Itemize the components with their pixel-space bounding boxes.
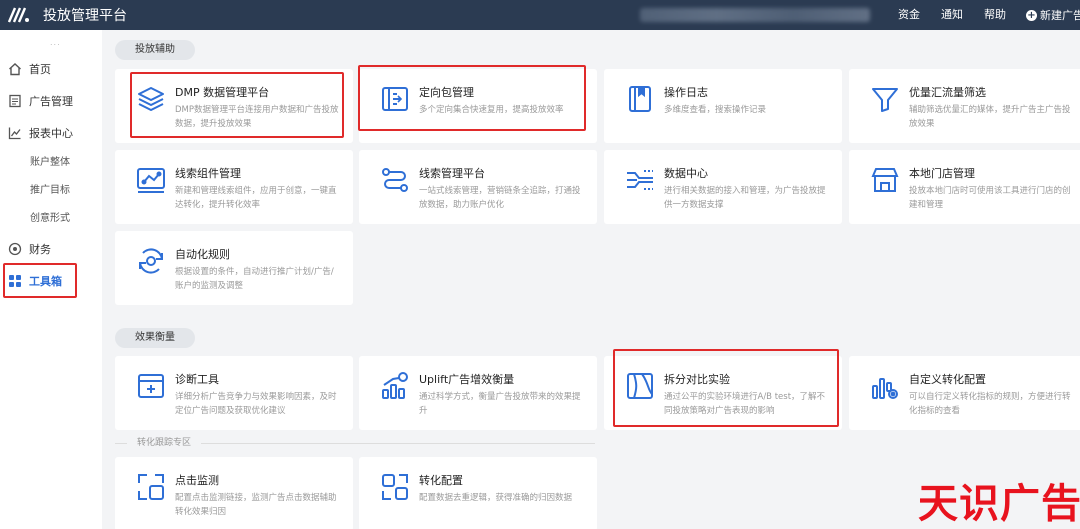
layers-icon — [135, 83, 167, 115]
tool-card-lead-platform[interactable]: 线索管理平台 一站式线索管理，营销链条全追踪，打通投放数据，助力账户优化 — [359, 150, 597, 224]
card-desc: 进行相关数据的接入和管理，为广告投放提供一方数据支撑 — [664, 186, 826, 210]
card-desc: 多维度查看，搜索操作记录 — [664, 105, 767, 115]
card-title: DMP 数据管理平台 — [175, 86, 270, 99]
logo-icon[interactable] — [8, 7, 30, 23]
card-title: 转化配置 — [419, 474, 463, 487]
sidebar-item-label: 广告管理 — [29, 95, 73, 108]
tool-card-dmp[interactable]: DMP 数据管理平台 DMP数据管理平台连接用户数据和广告投放数据，提升投放效果 — [115, 69, 353, 143]
sidebar-subitem-promotion-goal[interactable]: 推广目标 — [30, 182, 70, 200]
tool-card-operation-log[interactable]: 操作日志 多维度查看，搜索操作记录 — [604, 69, 842, 143]
card-title: 线索管理平台 — [419, 167, 485, 180]
automation-icon — [135, 245, 167, 277]
sidebar-item-ad-management[interactable]: 广告管理 — [8, 89, 73, 113]
sidebar-item-finance[interactable]: 财务 — [8, 237, 51, 261]
sidebar-item-home[interactable]: 首页 — [8, 57, 51, 81]
card-desc: 通过科学方式，衡量广告投放带来的效果提升 — [419, 392, 581, 416]
funds-link[interactable]: 资金 — [898, 0, 920, 30]
toolbox-highlight-box — [3, 263, 77, 298]
diagnosis-icon — [135, 370, 167, 402]
document-icon — [8, 94, 22, 108]
split-test-icon — [624, 370, 656, 402]
sidebar-item-reports[interactable]: 报表中心 — [8, 121, 73, 145]
card-title: 数据中心 — [664, 167, 708, 180]
tool-card-diagnosis[interactable]: 诊断工具 详细分析广告竞争力与效果影响因素，及时定位广告问题及获取优化建议 — [115, 356, 353, 430]
tool-card-local-store[interactable]: 本地门店管理 投放本地门店时可使用该工具进行门店的创建和管理 — [849, 150, 1080, 224]
card-desc: 辅助筛选优量汇的媒体，提升广告主广告投放效果 — [909, 105, 1071, 129]
sidebar-subitem-account-overall[interactable]: 账户整体 — [30, 154, 70, 172]
store-icon — [869, 164, 901, 196]
card-title: 自定义转化配置 — [909, 373, 986, 386]
card-desc: 可以自行定义转化指标的规则，方便进行转化指标的查看 — [909, 392, 1071, 416]
home-icon — [8, 62, 22, 76]
tool-card-lead-component[interactable]: 线索组件管理 新建和管理线索组件，应用于创意，一键直达转化，提升转化效率 — [115, 150, 353, 224]
tool-card-click-monitor[interactable]: 点击监测 配置点击监测链接，监测广告点击数据辅助转化效果归因 — [115, 457, 353, 529]
card-title: 线索组件管理 — [175, 167, 241, 180]
log-book-icon — [624, 83, 656, 115]
card-desc: 投放本地门店时可使用该工具进行门店的创建和管理 — [909, 186, 1071, 210]
sidebar-item-label: 报表中心 — [29, 127, 73, 140]
conversion-tracking-divider: 转化跟踪专区 — [115, 436, 595, 450]
click-monitor-icon — [135, 471, 167, 503]
card-title: 本地门店管理 — [909, 167, 975, 180]
conversion-config-icon — [379, 471, 411, 503]
target-package-icon — [379, 83, 411, 115]
component-icon — [135, 164, 167, 196]
tool-card-custom-conversion[interactable]: 自定义转化配置 可以自行定义转化指标的规则，方便进行转化指标的查看 — [849, 356, 1080, 430]
help-link[interactable]: 帮助 — [984, 0, 1006, 30]
tool-card-automation-rules[interactable]: 自动化规则 根据设置的条件，自动进行推广计划/广告/账户的监测及调整 — [115, 231, 353, 305]
card-desc: 新建和管理线索组件，应用于创意，一键直达转化，提升转化效率 — [175, 186, 337, 210]
finance-icon — [8, 242, 22, 256]
funnel-icon — [869, 83, 901, 115]
data-center-icon — [624, 164, 656, 196]
new-ad-label: 新建广告 — [1040, 9, 1080, 22]
card-title: Uplift广告增效衡量 — [419, 373, 515, 386]
card-desc: 详细分析广告竞争力与效果影响因素，及时定位广告问题及获取优化建议 — [175, 392, 337, 416]
card-title: 操作日志 — [664, 86, 708, 99]
section-title-effect-measure: 效果衡量 — [115, 328, 195, 348]
sidebar-item-label: 财务 — [29, 243, 51, 256]
card-title: 自动化规则 — [175, 248, 230, 261]
card-desc: 配置数据去重逻辑，获得准确的归因数据 — [419, 493, 573, 503]
app-title: 投放管理平台 — [43, 8, 127, 24]
card-desc: 多个定向集合快速复用，提高投放效率 — [419, 105, 564, 115]
sidebar-subitem-creative-format[interactable]: 创意形式 — [30, 210, 70, 228]
notice-link[interactable]: 通知 — [941, 0, 963, 30]
sidebar-item-label: 首页 — [29, 63, 51, 76]
card-title: 点击监测 — [175, 474, 219, 487]
divider-label: 转化跟踪专区 — [137, 438, 192, 448]
brand-watermark: 天识广告 — [918, 481, 1080, 527]
tool-card-uplift[interactable]: Uplift广告增效衡量 通过科学方式，衡量广告投放带来的效果提升 — [359, 356, 597, 430]
sidebar-collapse-handle[interactable]: ... — [50, 38, 61, 47]
tool-card-traffic-filter[interactable]: 优量汇流量筛选 辅助筛选优量汇的媒体，提升广告主广告投放效果 — [849, 69, 1080, 143]
section-title-delivery-assist: 投放辅助 — [115, 40, 195, 60]
uplift-icon — [379, 370, 411, 402]
blurred-account-info — [640, 8, 870, 22]
card-desc: 一站式线索管理，营销链条全追踪，打通投放数据，助力账户优化 — [419, 186, 581, 210]
card-desc: DMP数据管理平台连接用户数据和广告投放数据，提升投放效果 — [175, 105, 339, 129]
card-title: 定向包管理 — [419, 86, 474, 99]
plus-icon: + — [1026, 9, 1037, 21]
tool-card-conversion-config[interactable]: 转化配置 配置数据去重逻辑，获得准确的归因数据 — [359, 457, 597, 529]
card-desc: 通过公平的实验环境进行A/B test，了解不同投放策略对广告表现的影响 — [664, 392, 826, 416]
tool-card-split-test[interactable]: 拆分对比实验 通过公平的实验环境进行A/B test，了解不同投放策略对广告表现… — [604, 356, 842, 430]
new-ad-button[interactable]: + 新建广告 — [1026, 0, 1080, 30]
flow-icon — [379, 164, 411, 196]
tool-card-target-package[interactable]: 定向包管理 多个定向集合快速复用，提高投放效率 — [359, 69, 597, 143]
card-desc: 配置点击监测链接，监测广告点击数据辅助转化效果归因 — [175, 493, 337, 517]
card-desc: 根据设置的条件，自动进行推广计划/广告/账户的监测及调整 — [175, 267, 334, 291]
card-title: 拆分对比实验 — [664, 373, 730, 386]
card-title: 诊断工具 — [175, 373, 219, 386]
custom-conversion-icon — [869, 370, 901, 402]
chart-icon — [8, 126, 22, 140]
tool-card-data-center[interactable]: 数据中心 进行相关数据的接入和管理，为广告投放提供一方数据支撑 — [604, 150, 842, 224]
card-title: 优量汇流量筛选 — [909, 86, 986, 99]
